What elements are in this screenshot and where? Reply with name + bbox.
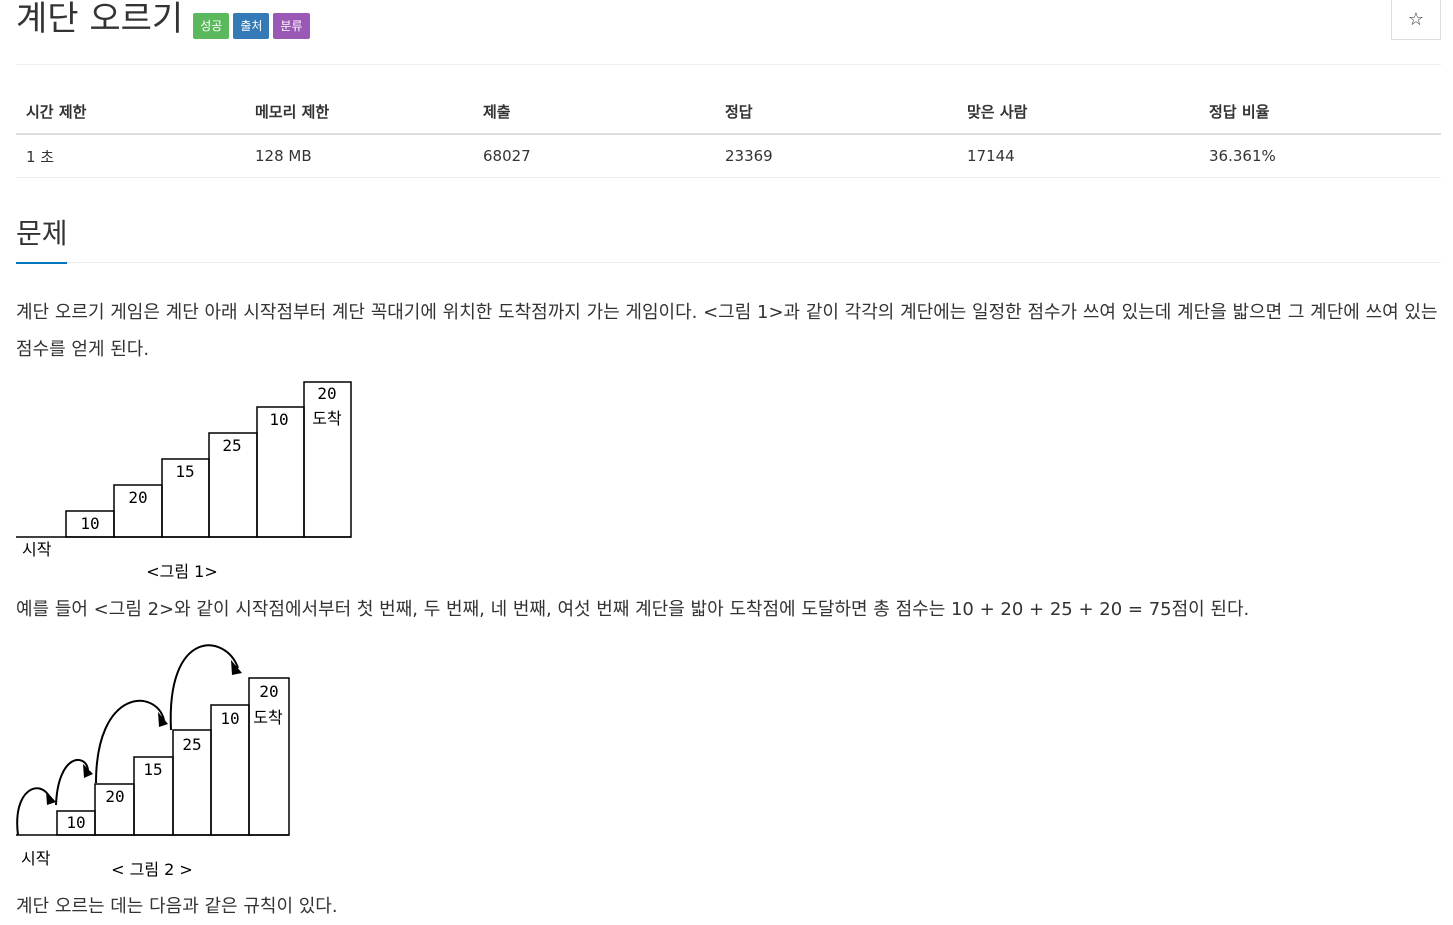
fig2-end-label: 도착 (253, 708, 283, 727)
problem-info-table: 시간 제한 메모리 제한 제출 정답 맞은 사람 정답 비율 1 초 128 M… (16, 90, 1441, 178)
fig1-step-2-label: 20 (128, 488, 147, 507)
badge-group: 성공 출처 분류 (193, 13, 310, 39)
fig1-end-label: 도착 (312, 409, 342, 428)
cell-time-limit: 1 초 (16, 134, 245, 178)
header-accepted: 정답 (715, 90, 957, 135)
table-row: 1 초 128 MB 68027 23369 17144 36.361% (16, 134, 1441, 178)
problem-paragraph-3: 계단 오르는 데는 다음과 같은 규칙이 있다. (16, 896, 338, 917)
fig1-start-label: 시작 (22, 540, 52, 559)
figure-1: 10 20 15 25 10 20 도착 시작 <그림 1> (16, 381, 352, 581)
fig2-caption: < 그림 2 > (111, 860, 193, 879)
cell-submissions: 68027 (473, 134, 715, 178)
badge-category[interactable]: 분류 (273, 13, 310, 39)
header-time-limit: 시간 제한 (16, 90, 245, 135)
fig2-step-5-label: 10 (220, 709, 239, 728)
fig1-step-3-label: 15 (175, 462, 194, 481)
header-solvers: 맞은 사람 (957, 90, 1199, 135)
figure-2: 10 20 15 25 10 20 도착 시작 < 그림 2 > (16, 644, 290, 879)
star-icon: ☆ (1407, 9, 1425, 30)
badge-success[interactable]: 성공 (193, 13, 230, 39)
title-row: 계단 오르기 성공 출처 분류 (16, 0, 310, 44)
problem-paragraph-1: 계단 오르기 게임은 계단 아래 시작점부터 계단 꼭대기에 위치한 도착점까지… (16, 302, 1438, 360)
cell-accept-ratio: 36.361% (1199, 134, 1441, 178)
fig2-step-6-label: 20 (259, 682, 278, 701)
divider (16, 64, 1441, 65)
cell-accepted: 23369 (715, 134, 957, 178)
arrowheads (46, 660, 242, 805)
fig1-step-6-label: 20 (317, 384, 336, 403)
section-title: 문제 (16, 217, 68, 250)
header-accept-ratio: 정답 비율 (1199, 90, 1441, 135)
cell-memory-limit: 128 MB (245, 134, 473, 178)
section-divider (16, 262, 1441, 263)
fig1-caption: <그림 1> (146, 562, 218, 581)
cell-solvers: 17144 (957, 134, 1199, 178)
fig2-start-label: 시작 (21, 849, 51, 868)
table-header-row: 시간 제한 메모리 제한 제출 정답 맞은 사람 정답 비율 (16, 90, 1441, 135)
fig2-step-2-label: 20 (105, 787, 124, 806)
fig1-step-5-label: 10 (269, 410, 288, 429)
favorite-button[interactable]: ☆ (1391, 0, 1441, 40)
header-memory-limit: 메모리 제한 (245, 90, 473, 135)
header-submissions: 제출 (473, 90, 715, 135)
fig2-step-1-label: 10 (66, 813, 85, 832)
problem-paragraph-2: 예를 들어 <그림 2>와 같이 시작점에서부터 첫 번째, 두 번째, 네 번… (16, 599, 1250, 620)
badge-source[interactable]: 출처 (233, 13, 270, 39)
section-underline (16, 262, 67, 264)
fig2-step-3-label: 15 (143, 760, 162, 779)
fig1-step-1-label: 10 (80, 514, 99, 533)
page-title: 계단 오르기 (16, 0, 184, 39)
fig2-step-4-label: 25 (182, 735, 201, 754)
fig1-step-4-label: 25 (222, 436, 241, 455)
jump-arrows (16, 644, 239, 836)
